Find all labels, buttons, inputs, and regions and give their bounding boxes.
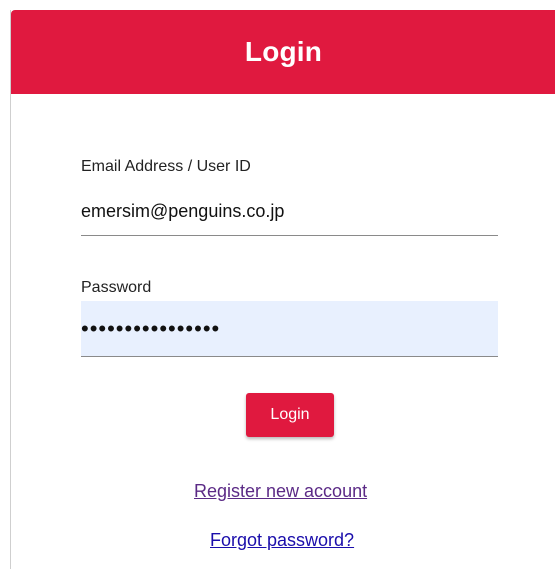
password-label: Password	[81, 279, 152, 296]
email-field[interactable]	[81, 187, 498, 235]
login-header: Login	[11, 10, 555, 94]
password-field[interactable]	[81, 301, 498, 356]
login-card: Login Email Address / User ID Password L…	[10, 10, 555, 569]
email-field-container	[81, 187, 498, 236]
forgot-password-link[interactable]: Forgot password?	[210, 530, 354, 551]
login-button[interactable]: Login	[246, 393, 334, 437]
register-link[interactable]: Register new account	[194, 481, 367, 502]
page-title: Login	[244, 36, 323, 67]
email-label: Email Address / User ID	[81, 158, 251, 175]
password-field-container	[81, 301, 498, 357]
